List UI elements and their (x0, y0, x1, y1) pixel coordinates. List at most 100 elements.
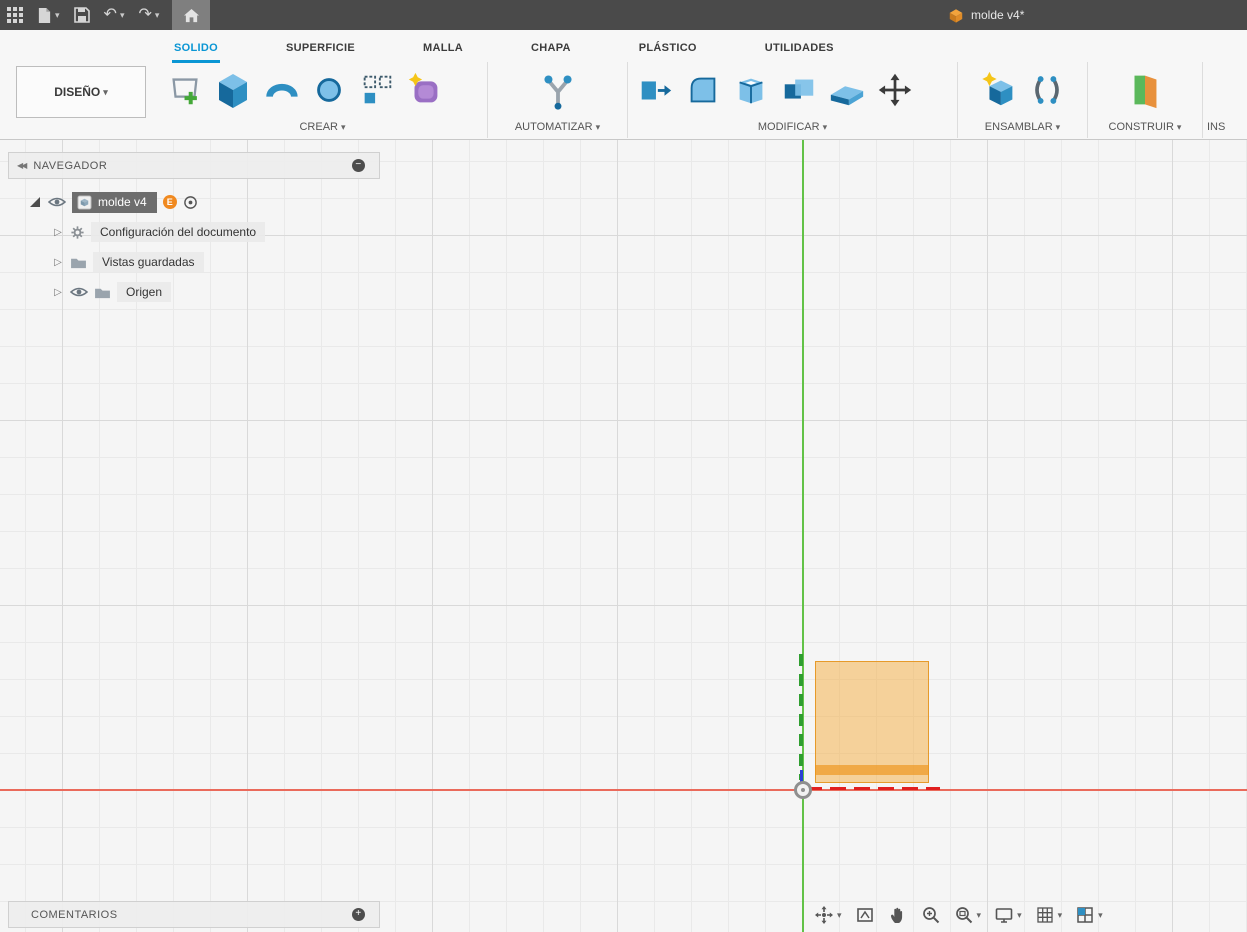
ensamblar-dropdown[interactable]: ENSAMBLAR (962, 118, 1083, 136)
tree-row-document-settings[interactable]: Configuración del documento (52, 220, 266, 244)
move-copy-button[interactable] (872, 63, 918, 117)
joint-icon (1034, 76, 1059, 104)
cylinder-button[interactable] (306, 63, 352, 117)
new-component-button[interactable] (976, 63, 1022, 117)
expander-icon[interactable] (52, 287, 64, 298)
create-form-button[interactable] (402, 63, 448, 117)
shell-icon (739, 78, 763, 104)
visibility-eye-icon[interactable] (70, 286, 88, 298)
viewports-icon (1077, 907, 1093, 923)
fit-button[interactable] (952, 903, 984, 927)
tab-superficie[interactable]: SUPERFICIE (284, 38, 357, 63)
titlebar: molde v4* (0, 0, 1247, 30)
expander-icon[interactable] (52, 257, 64, 268)
home-tab[interactable] (172, 0, 211, 30)
press-pull-button[interactable] (632, 63, 678, 117)
joint-button[interactable] (1024, 63, 1070, 117)
offset-face-icon (830, 86, 864, 106)
new-component-icon (981, 71, 1012, 106)
automated-modeling-button[interactable] (535, 63, 581, 117)
gear-icon (71, 225, 84, 239)
root-component-selected[interactable]: molde v4 (72, 191, 157, 213)
crear-dropdown[interactable]: CREAR (162, 118, 483, 136)
expander-open-icon[interactable] (30, 197, 40, 207)
expander-icon[interactable] (52, 227, 64, 238)
caret-down-icon (977, 911, 982, 920)
document-tab[interactable]: molde v4* (948, 0, 1024, 30)
selected-sketch-line-horizontal[interactable] (806, 787, 940, 790)
caret-down-icon (823, 123, 828, 132)
pattern-icon (363, 75, 392, 104)
pattern-button[interactable] (354, 63, 400, 117)
redo-button[interactable] (131, 0, 166, 30)
tree-row-saved-views[interactable]: Vistas guardadas (52, 250, 204, 274)
sketch-profile-band[interactable] (815, 765, 929, 775)
document-cube-icon (949, 8, 963, 23)
construir-dropdown[interactable]: CONSTRUIR (1092, 118, 1198, 136)
modificar-dropdown[interactable]: MODIFICAR (632, 118, 953, 136)
look-at-button[interactable] (853, 903, 877, 927)
display-settings-button[interactable] (992, 903, 1024, 927)
ribbon-tabs: SOLIDO SUPERFICIE MALLA CHAPA PLÁSTICO U… (172, 38, 836, 63)
tab-plastico[interactable]: PLÁSTICO (637, 38, 699, 63)
combine-button[interactable] (776, 63, 822, 117)
fillet-button[interactable] (680, 63, 726, 117)
construction-plane-icon (1134, 75, 1157, 109)
group-automatizar: AUTOMATIZAR (488, 62, 628, 138)
viewport-canvas[interactable]: NAVEGADOR − molde v4 E (0, 140, 1247, 932)
extrude-button[interactable] (210, 63, 256, 117)
design-dropdown[interactable]: DISEÑO (16, 66, 146, 118)
tab-malla[interactable]: MALLA (421, 38, 465, 63)
viewports-button[interactable] (1073, 903, 1105, 927)
pan-hand-icon (890, 907, 902, 923)
app-grid-icon (7, 7, 23, 23)
display-settings-icon (995, 908, 1013, 923)
navigator-header[interactable]: NAVEGADOR − (8, 152, 380, 179)
save-button[interactable] (67, 0, 97, 30)
caret-down-icon (55, 11, 60, 20)
caret-down-icon (1177, 123, 1182, 132)
revolve-icon (266, 83, 298, 98)
combine-icon (784, 79, 814, 99)
caret-down-icon (1058, 911, 1063, 920)
visibility-eye-icon[interactable] (48, 196, 66, 208)
view-navigation-toolbar (812, 902, 1105, 928)
grid-icon (1036, 907, 1053, 923)
tree-item-label: Origen (117, 282, 172, 302)
caret-down-icon (1098, 911, 1103, 920)
selected-sketch-line-vertical[interactable] (799, 654, 803, 780)
create-sketch-button[interactable] (162, 63, 208, 117)
file-menu-button[interactable] (30, 0, 67, 30)
redo-icon (138, 7, 151, 23)
collapse-panel-icon[interactable] (17, 161, 25, 170)
inspeccionar-dropdown[interactable]: INS (1207, 118, 1247, 136)
automatizar-dropdown[interactable]: AUTOMATIZAR (492, 118, 623, 136)
caret-down-icon (837, 911, 842, 920)
navigator-title: NAVEGADOR (33, 159, 108, 172)
tree-row-origin[interactable]: Origen (52, 280, 172, 304)
editing-badge: E (162, 195, 177, 209)
revolve-button[interactable] (258, 63, 304, 117)
origin-point-marker[interactable] (794, 781, 812, 799)
undo-button[interactable] (97, 0, 132, 30)
comments-panel-header[interactable]: COMENTARIOS + (8, 901, 380, 928)
fit-zoom-window-icon (955, 907, 972, 924)
caret-down-icon (341, 123, 346, 132)
offset-face-button[interactable] (824, 63, 870, 117)
app-grid-button[interactable] (0, 0, 30, 30)
grid-snaps-button[interactable] (1033, 903, 1065, 927)
navigator-collapse-button[interactable]: − (352, 159, 365, 172)
orbit-button[interactable] (812, 903, 844, 927)
pan-button[interactable] (886, 903, 910, 927)
activate-component-icon[interactable] (183, 195, 198, 210)
comments-expand-button[interactable]: + (352, 908, 365, 921)
construction-plane-button[interactable] (1122, 63, 1168, 117)
cylinder-icon (317, 78, 341, 102)
tree-row-root[interactable]: molde v4 E (30, 190, 198, 214)
shell-button[interactable] (728, 63, 774, 117)
zoom-button[interactable] (919, 903, 943, 927)
tab-utilidades[interactable]: UTILIDADES (763, 38, 836, 63)
tab-solido[interactable]: SOLIDO (172, 38, 220, 63)
tab-chapa[interactable]: CHAPA (529, 38, 573, 63)
undo-icon (104, 7, 117, 23)
